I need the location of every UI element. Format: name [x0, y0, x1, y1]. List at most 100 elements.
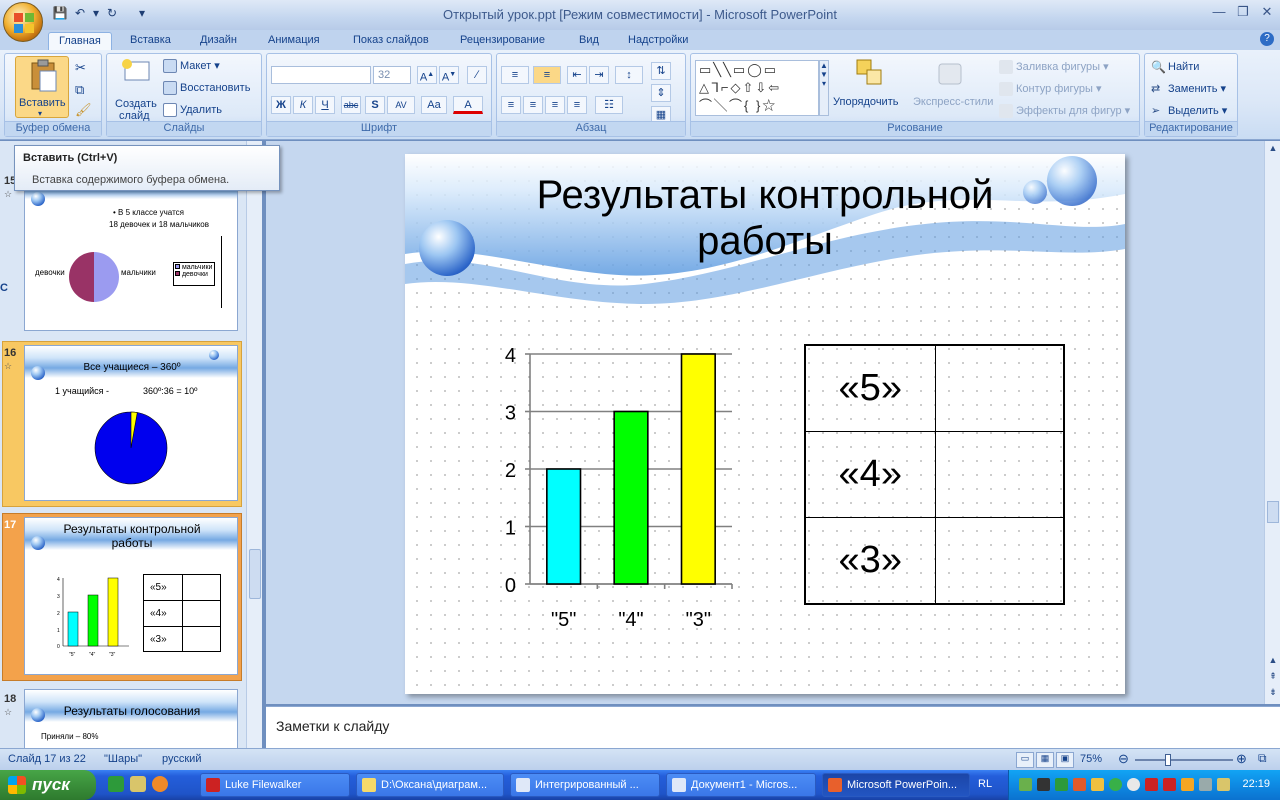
- reset-button[interactable]: Восстановить: [163, 81, 250, 95]
- zoom-in-icon[interactable]: ⊕: [1236, 751, 1247, 767]
- tab-slideshow[interactable]: Показ слайдов: [343, 32, 439, 50]
- shape-fill-button[interactable]: Заливка фигуры ▾: [999, 60, 1109, 75]
- taskbar-item-active[interactable]: Microsoft PowerPoin...: [822, 773, 970, 797]
- arrange-button[interactable]: Упорядочить: [833, 58, 911, 118]
- format-painter-icon[interactable]: 🖌: [75, 102, 92, 118]
- tab-home[interactable]: Главная: [48, 32, 112, 50]
- underline-button[interactable]: Ч: [315, 96, 335, 114]
- close-button[interactable]: ✕: [1256, 4, 1278, 22]
- tray-icon[interactable]: [1181, 778, 1194, 791]
- scroll-thumb[interactable]: [1267, 501, 1279, 523]
- shapes-scroll[interactable]: ▲ ▼ ▾: [819, 60, 829, 116]
- strikethrough-button[interactable]: abc: [341, 96, 361, 114]
- thumbnail-slide-15[interactable]: • В 5 классе учатся 18 девочек и 18 маль…: [24, 171, 238, 331]
- tab-addins[interactable]: Надстройки: [618, 32, 698, 50]
- select-button[interactable]: ➢ Выделить ▾: [1151, 104, 1227, 118]
- line-spacing-button[interactable]: ↕: [615, 66, 643, 84]
- grades-table[interactable]: «5» «4» «3»: [804, 344, 1065, 605]
- editor-vertical-scrollbar[interactable]: ▲ ▲ ⇞ ⇟: [1264, 141, 1280, 704]
- thumbnail-slide-18[interactable]: Результаты голосования Приняли – 80%: [24, 689, 238, 748]
- numbering-button[interactable]: ≡: [533, 66, 561, 84]
- tray-icon[interactable]: [1037, 778, 1050, 791]
- bold-button[interactable]: Ж: [271, 96, 291, 114]
- tray-icon[interactable]: [1073, 778, 1086, 791]
- align-text-button[interactable]: ⇕: [651, 84, 671, 102]
- delete-slide-button[interactable]: Удалить: [163, 103, 222, 117]
- zoom-slider[interactable]: [1135, 754, 1233, 766]
- taskbar-item[interactable]: Интегрированный ...: [510, 773, 660, 797]
- decrease-indent-button[interactable]: ⇤: [567, 66, 587, 84]
- tray-icon[interactable]: [1127, 778, 1140, 791]
- clear-format-button[interactable]: ∕: [467, 66, 487, 84]
- slides-panel-tab[interactable]: С: [0, 282, 14, 296]
- language-indicator[interactable]: русский: [162, 753, 201, 765]
- quicklaunch-icon[interactable]: [130, 776, 146, 792]
- prev-slide-icon[interactable]: ⇞: [1267, 671, 1279, 683]
- thumbnail-slide-17[interactable]: Результаты контрольной работы 4 3 2 1 0 …: [24, 517, 238, 675]
- tray-icon[interactable]: [1163, 778, 1176, 791]
- firefox-icon[interactable]: [152, 776, 168, 792]
- tab-review[interactable]: Рецензирование: [450, 32, 555, 50]
- slide-title[interactable]: Результаты контрольной работы: [465, 172, 1065, 264]
- justify-button[interactable]: ≡: [567, 96, 587, 114]
- char-spacing-button[interactable]: AV: [387, 96, 415, 114]
- taskbar-item[interactable]: D:\Оксана\диаграм...: [356, 773, 504, 797]
- start-button[interactable]: пуск: [0, 770, 96, 800]
- grade-label-4[interactable]: «4»: [804, 430, 936, 519]
- tab-insert[interactable]: Вставка: [120, 32, 181, 50]
- change-case-button[interactable]: Aa: [421, 96, 447, 114]
- grade-count-4[interactable]: [934, 430, 1065, 519]
- thumbnail-scrollbar[interactable]: [246, 141, 262, 748]
- grow-font-button[interactable]: A▲: [417, 66, 437, 84]
- tab-design[interactable]: Дизайн: [190, 32, 247, 50]
- scroll-up-icon[interactable]: ▲: [1267, 143, 1279, 155]
- taskbar-item[interactable]: Документ1 - Micros...: [666, 773, 816, 797]
- layout-button[interactable]: Макет ▾: [163, 59, 220, 74]
- bar-chart[interactable]: 0 1 2 3 4 "5" "4" "3": [480, 340, 750, 640]
- shadow-button[interactable]: S: [365, 96, 385, 114]
- font-size-combo[interactable]: 32: [373, 66, 411, 84]
- zoom-slider-knob[interactable]: [1165, 754, 1171, 766]
- font-name-combo[interactable]: [271, 66, 371, 84]
- quick-styles-button[interactable]: Экспресс-стили: [913, 58, 993, 118]
- grade-count-5[interactable]: [934, 344, 1065, 432]
- shrink-font-button[interactable]: A▼: [439, 66, 459, 84]
- office-button[interactable]: [3, 2, 43, 42]
- tray-icon[interactable]: [1217, 778, 1230, 791]
- slideshow-view-icon[interactable]: ▣: [1056, 752, 1074, 768]
- tray-icon[interactable]: [1055, 778, 1068, 791]
- align-left-button[interactable]: ≡: [501, 96, 521, 114]
- grade-label-5[interactable]: «5»: [804, 344, 936, 432]
- notes-pane[interactable]: Заметки к слайду: [266, 706, 1280, 748]
- thumbnail-slide-16[interactable]: Все учащиеся – 360º 1 учащийся - 360º:36…: [24, 345, 238, 501]
- tab-view[interactable]: Вид: [569, 32, 609, 50]
- tray-icon[interactable]: [1019, 778, 1032, 791]
- italic-button[interactable]: К: [293, 96, 313, 114]
- align-center-button[interactable]: ≡: [523, 96, 543, 114]
- volume-icon[interactable]: [1091, 778, 1104, 791]
- font-color-button[interactable]: A: [453, 96, 483, 114]
- shapes-gallery[interactable]: ▭╲╲▭◯▭ △ᒣ⌐◇⇧⇩⇦ ⌒╲⌒{ }☆: [695, 60, 819, 116]
- cut-icon[interactable]: ✂: [75, 60, 86, 76]
- align-right-button[interactable]: ≡: [545, 96, 565, 114]
- quicklaunch-icon[interactable]: [108, 776, 124, 792]
- scroll-thumb[interactable]: [249, 549, 261, 599]
- tray-icon[interactable]: [1109, 778, 1122, 791]
- grade-label-3[interactable]: «3»: [804, 517, 936, 605]
- shape-effects-button[interactable]: Эффекты для фигур ▾: [999, 104, 1130, 119]
- columns-button[interactable]: ☷: [595, 96, 623, 114]
- maximize-button[interactable]: ❐: [1232, 4, 1254, 22]
- zoom-level[interactable]: 75%: [1080, 753, 1102, 765]
- find-button[interactable]: 🔍 Найти: [1151, 60, 1199, 74]
- tab-animation[interactable]: Анимация: [258, 32, 330, 50]
- paste-button[interactable]: Вставить ▾: [15, 56, 69, 118]
- zoom-out-icon[interactable]: ⊖: [1118, 751, 1129, 767]
- normal-view-icon[interactable]: ▭: [1016, 752, 1034, 768]
- bullets-button[interactable]: ≡: [501, 66, 529, 84]
- taskbar-item[interactable]: Luke Filewalker: [200, 773, 350, 797]
- tray-icon[interactable]: [1199, 778, 1212, 791]
- new-slide-button[interactable]: Создать слайд: [111, 58, 161, 122]
- scroll-up-icon[interactable]: ▲: [1267, 655, 1279, 667]
- grade-count-3[interactable]: [934, 517, 1065, 605]
- minimize-button[interactable]: —: [1208, 4, 1230, 22]
